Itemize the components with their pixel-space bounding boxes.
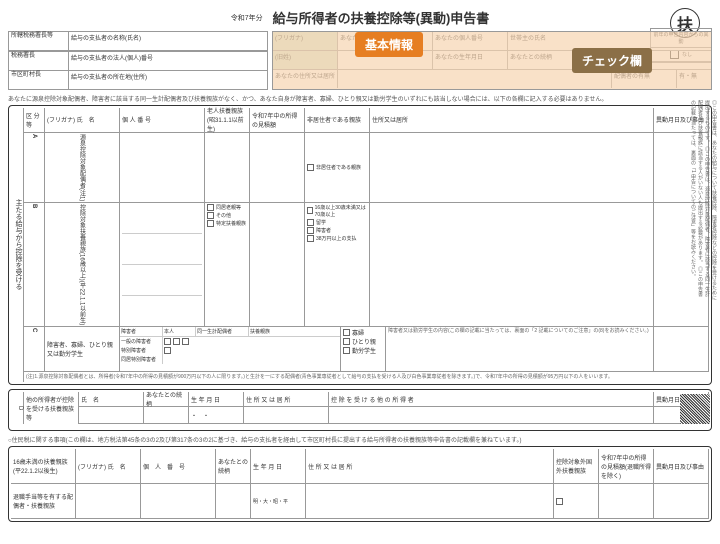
- payer-name-label: 給与の支払者の名称(氏名): [69, 32, 267, 50]
- section-d-label: D: [11, 392, 24, 424]
- a-address-field[interactable]: [370, 133, 654, 202]
- payer-address-label: 給与の支払者の所在地(住所): [69, 71, 267, 89]
- rourei-header: 老人扶養親族 (昭31.1.1以前生): [205, 108, 250, 132]
- kojin-header: 個 人 番 号: [120, 108, 205, 132]
- c-status-checks[interactable]: 寡婦 ひとり親 勤労学生: [341, 327, 386, 371]
- instruction-note-1: あなたに源泉控除対象配偶者、障害者に該当する同一生計配偶者及び扶養親族がなく、か…: [8, 94, 712, 103]
- main-deduction-table: 主たる給与から控除を受ける 区 分 等 (フリガナ) 氏 名 個 人 番 号 老…: [8, 105, 712, 386]
- d-addr-field[interactable]: [244, 407, 329, 423]
- jumin-title2: 退職手当等を有する配偶者・扶養親族: [11, 484, 76, 518]
- c-disability-grid[interactable]: 障害者 本人 同一生計配偶者 扶養親族 一般の障害者 特別障害者 同居特別障害者: [120, 327, 341, 371]
- j-h5: 住 所 又 は 居 所: [306, 449, 554, 483]
- j-h1: (フリガナ) 氏 名: [76, 449, 141, 483]
- d-h1: 氏 名: [79, 392, 144, 406]
- j2-foreign[interactable]: [554, 484, 599, 518]
- section-b-label: B: [24, 203, 45, 326]
- section-c-title: 障害者、寡婦、ひとり親又は勤労学生: [45, 327, 120, 371]
- b-income-field[interactable]: [250, 203, 305, 326]
- year-label: 令和7年分: [231, 13, 263, 23]
- section-b-title: 控除対象扶養親族(16歳以上)(平22.1.1以前生): [45, 203, 120, 326]
- jumin-note: ○住民税に関する事項(この欄は、地方税法第45条の3の2及び第317条の3の2に…: [8, 435, 712, 444]
- qr-code-icon: [680, 394, 710, 424]
- right-instructions: ◎この申告書は、あなたの給与について扶養控除、障害者控除などの控除を受けるために…: [708, 100, 718, 300]
- d-h4: 住 所 又 は 居 所: [244, 392, 329, 406]
- j-h6: 控除対象外国外扶養親族: [554, 449, 599, 483]
- d-name-field[interactable]: [79, 407, 144, 423]
- d-h5: 控 除 を 受 け る 他 の 所 得 者: [329, 392, 654, 406]
- section-c-label: C: [24, 327, 45, 371]
- b-fields[interactable]: [120, 203, 205, 326]
- basic-info-tag: 基本情報: [355, 32, 423, 57]
- d-h3: 生 年 月 日: [189, 392, 244, 406]
- d-h2: あなたとの続柄: [144, 392, 189, 406]
- j-h7: 令和7年中の所得の見積額(退職所得を除く): [599, 449, 654, 483]
- tax-office-label: 所轄税務署長等: [9, 32, 69, 50]
- j2-rel[interactable]: [216, 484, 251, 518]
- tax-chief-label: 税務署長: [9, 52, 69, 70]
- a-rourei-field[interactable]: [205, 133, 250, 202]
- j-h2: 個 人 番 号: [141, 449, 216, 483]
- shimei-header: (フリガナ) 氏 名: [45, 108, 120, 132]
- note-c: (注)1.源泉控除対象配偶者とは、所得者(令和7年中の所得の見積額が900万円以…: [24, 372, 709, 382]
- authority-boxes: 所轄税務署長等給与の支払者の名称(氏名) 税務署長給与の支払者の法人(個人)番号…: [8, 31, 268, 90]
- jumin-title1: 16歳未満の扶養親族(平22.1.2以後生): [11, 449, 76, 483]
- city-chief-label: 市区町村長: [9, 71, 69, 89]
- section-a-label: A: [24, 133, 45, 202]
- j2-name[interactable]: [76, 484, 141, 518]
- j-h4: 生 年 月 日: [251, 449, 306, 483]
- j-h3: あなたとの続柄: [216, 449, 251, 483]
- section-d-title: 他の所得者が控除を受ける扶養親族等: [24, 392, 79, 424]
- j2-ido[interactable]: [654, 484, 709, 518]
- payer-number-label: 給与の支払者の法人(個人)番号: [69, 52, 267, 70]
- reiwa7-header: 令和7年中の所得の見積額: [250, 108, 305, 132]
- j2-income[interactable]: [599, 484, 654, 518]
- kubun-header: 区 分 等: [24, 108, 45, 132]
- d-birth-field[interactable]: ・ ・: [189, 407, 244, 423]
- a-income-field[interactable]: [250, 133, 305, 202]
- doc-title: 給与所得者の扶養控除等(異動)申告書: [273, 8, 490, 27]
- b-address-field[interactable]: [370, 203, 654, 326]
- main-vert-label: 主たる給与から控除を受ける: [11, 108, 24, 383]
- jusho-header: 住所又は居所: [370, 108, 654, 132]
- d-other-field[interactable]: [329, 407, 654, 423]
- hikyoju-header: 非居住者である親族: [305, 108, 370, 132]
- j2-addr[interactable]: [306, 484, 554, 518]
- b-nonres-checks[interactable]: 16歳以上30歳未満又は70歳以上留学障害者38万円以上の支払: [305, 203, 370, 326]
- j-h8: 異動月日及び事由: [654, 449, 709, 483]
- j2-num[interactable]: [141, 484, 216, 518]
- j2-birth[interactable]: 明・大・昭・平: [251, 484, 306, 518]
- check-column-tag: チェック欄: [572, 48, 652, 73]
- c-ido-field[interactable]: [654, 327, 709, 371]
- a-nonres-field[interactable]: 非居住者である親族: [305, 133, 370, 202]
- jumin-table: 16歳未満の扶養親族(平22.1.2以後生) (フリガナ) 氏 名 個 人 番 …: [8, 446, 712, 522]
- b-type-checks[interactable]: 同居老親等その他特定扶養親族: [205, 203, 250, 326]
- c-content-field[interactable]: 障害者又は勤労学生の内容(この欄の記載に当たっては、裏面の「2 記載についてのご…: [386, 327, 654, 371]
- section-a-title: 源泉控除対象配偶者(注1): [45, 133, 120, 202]
- d-rel-field[interactable]: [144, 407, 189, 423]
- section-d-table: D 他の所得者が控除を受ける扶養親族等 氏 名 あなたとの続柄 生 年 月 日 …: [8, 389, 712, 431]
- a-kojin-field[interactable]: [120, 133, 205, 202]
